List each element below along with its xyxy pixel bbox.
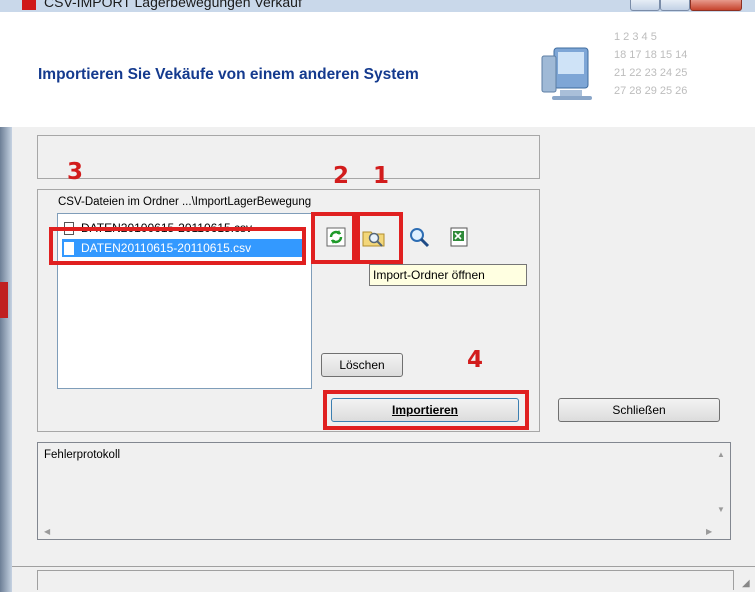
error-log-label: Fehlerprotokoll: [44, 449, 121, 461]
app-icon: [22, 0, 36, 10]
calendar-row: 1 2 3 4 5: [614, 31, 657, 43]
calendar-row: 27 28 29 25 26: [614, 85, 688, 97]
annotation-box-2: [311, 212, 356, 264]
page-title: Importieren Sie Vekäufe von einem andere…: [38, 66, 419, 83]
resize-grip-icon[interactable]: ◢: [742, 578, 750, 589]
left-red-marker: [0, 282, 8, 318]
minimize-button[interactable]: [630, 0, 660, 11]
close-window-button[interactable]: [690, 0, 742, 11]
title-bar: CSV-IMPORT Lagerbewegungen Verkauf: [0, 0, 755, 12]
calendar-background: 1 2 3 4 5 18 17 18 15 14 21 22 23 24 25 …: [614, 28, 755, 128]
annotation-number-2: 2: [333, 163, 350, 189]
annotation-box-3: [49, 227, 306, 265]
scroll-up-icon[interactable]: ▲: [717, 450, 725, 459]
close-button[interactable]: Schließen: [558, 398, 720, 422]
calendar-row: 21 22 23 24 25: [614, 67, 688, 79]
excel-icon[interactable]: [447, 225, 471, 249]
error-log-box[interactable]: [37, 442, 731, 540]
left-frame: [0, 127, 12, 592]
annotation-box-4: [323, 390, 529, 430]
top-group-box: [37, 135, 540, 179]
delete-button[interactable]: Löschen: [321, 353, 403, 377]
scroll-right-icon[interactable]: ▶: [706, 527, 712, 536]
scroll-left-icon[interactable]: ◀: [44, 527, 50, 536]
tooltip: Import-Ordner öffnen: [369, 264, 527, 286]
window-title: CSV-IMPORT Lagerbewegungen Verkauf: [44, 0, 302, 10]
csv-group-label: CSV-Dateien im Ordner ...\ImportLagerBew…: [58, 196, 312, 208]
computer-icon: [538, 44, 600, 102]
calendar-row: 18 17 18 15 14: [614, 49, 688, 61]
maximize-button[interactable]: [660, 0, 690, 11]
scroll-down-icon[interactable]: ▼: [717, 505, 725, 514]
magnifier-icon[interactable]: [407, 225, 431, 249]
window-controls: [622, 0, 755, 12]
annotation-number-4: 4: [467, 347, 484, 373]
close-button-label: Schließen: [612, 403, 666, 417]
annotation-number-3: 3: [67, 159, 84, 185]
status-pane: [37, 570, 734, 590]
annotation-number-1: 1: [373, 163, 390, 189]
annotation-box-1: [356, 212, 403, 264]
